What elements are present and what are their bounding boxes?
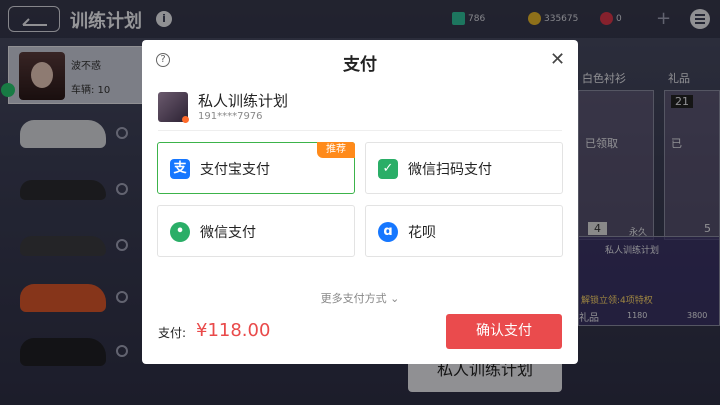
wechat-scan-icon: ✓ — [378, 159, 398, 179]
huabei-icon: ɑ — [378, 222, 398, 242]
pay-label: 支付: — [158, 326, 187, 340]
alipay-option[interactable]: 支 支付宝支付 推荐 — [157, 142, 355, 194]
merchant-name: 私人训练计划 — [198, 92, 289, 110]
merchant-phone: 191****7976 — [198, 111, 263, 122]
wechat-pay-option[interactable]: • 微信支付 — [157, 205, 355, 257]
more-methods-link[interactable]: 更多支付方式 ⌄ — [142, 290, 578, 306]
confirm-pay-button[interactable]: 确认支付 — [446, 314, 562, 349]
close-icon[interactable]: ✕ — [550, 51, 565, 69]
wechat-scan-option[interactable]: ✓ 微信扫码支付 — [365, 142, 563, 194]
dialog-title: 支付 — [343, 55, 377, 75]
divider — [158, 130, 562, 131]
chevron-down-icon: ⌄ — [390, 292, 400, 305]
payment-dialog: ? 支付 ✕ 私人训练计划 191****7976 支 支付宝支付 推荐 ✓ 微… — [142, 40, 578, 364]
alipay-icon: 支 — [170, 159, 190, 179]
wechat-pay-icon: • — [170, 222, 190, 242]
merchant-avatar — [158, 92, 189, 123]
huabei-option[interactable]: ɑ 花呗 — [365, 205, 563, 257]
recommended-badge: 推荐 — [317, 142, 355, 158]
pay-amount: ¥118.00 — [196, 320, 271, 341]
